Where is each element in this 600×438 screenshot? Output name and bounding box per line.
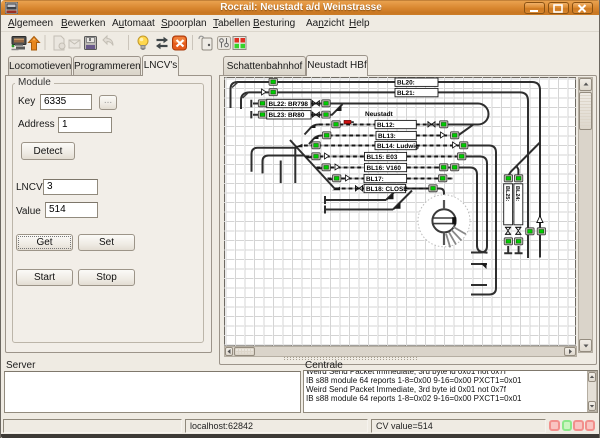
svg-text:BL17:: BL17:: [366, 176, 384, 183]
svg-text:BL22: BR798: BL22: BR798: [269, 101, 309, 108]
svg-text:BL20:: BL20:: [397, 80, 415, 87]
svg-text:BL18: CLOSE: BL18: CLOSE: [366, 186, 408, 193]
svg-text:BL24:: BL24:: [514, 186, 520, 201]
svg-text:BL14: Ludwig: BL14: Ludwig: [377, 143, 419, 150]
svg-text:BL12:: BL12:: [377, 122, 395, 129]
svg-text:Neustadt: Neustadt: [365, 111, 394, 118]
svg-text:BL13:: BL13:: [378, 133, 396, 140]
svg-text:BL16: V160: BL16: V160: [367, 165, 402, 172]
svg-text:BL15: E03: BL15: E03: [367, 154, 398, 161]
svg-text:BL25:: BL25:: [504, 186, 510, 201]
svg-text:BL23: BR80: BL23: BR80: [269, 112, 305, 119]
svg-text:BL21:: BL21:: [397, 90, 415, 97]
